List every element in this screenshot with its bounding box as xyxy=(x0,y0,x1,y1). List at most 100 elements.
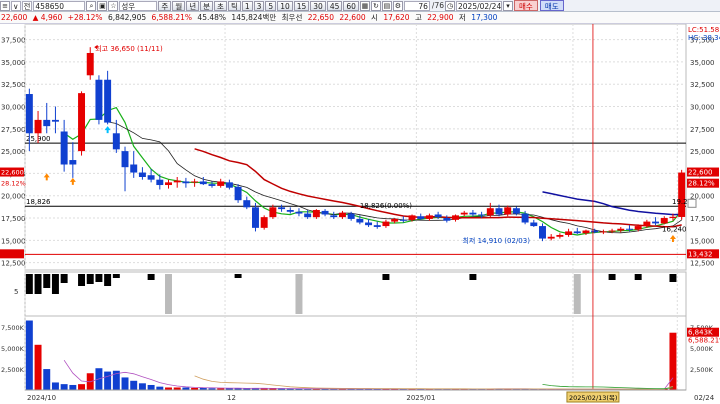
price-tick-left: 30,000 xyxy=(1,104,26,112)
indicator-bar xyxy=(469,274,477,280)
volume-tick-left: 7,500K xyxy=(1,324,25,332)
ma60-line xyxy=(542,191,682,216)
search-icon[interactable]: ⌕ xyxy=(86,0,97,11)
indicator-bar xyxy=(147,274,155,280)
trade-amount: 145,824백만 xyxy=(231,13,277,22)
period-button[interactable]: 분 xyxy=(200,0,214,11)
candle-body xyxy=(199,181,207,185)
candle-body xyxy=(504,207,512,215)
scroll-marker[interactable] xyxy=(687,198,697,208)
volume-bar xyxy=(51,382,59,390)
candle-body xyxy=(391,218,399,222)
candle-body xyxy=(530,222,538,227)
volume-bar xyxy=(156,386,164,390)
candle-body xyxy=(417,216,425,219)
volume-bar xyxy=(34,344,42,390)
candle-body xyxy=(547,236,555,239)
interval-button[interactable]: 60 xyxy=(343,0,359,11)
candle-body xyxy=(165,182,172,186)
candle-body xyxy=(582,230,590,234)
grid-icon[interactable]: ▦ xyxy=(359,0,370,11)
menu-icon[interactable]: ≡ xyxy=(0,0,10,11)
date-input[interactable]: 2025/02/24 xyxy=(456,0,502,11)
calendar-icon[interactable]: ▾ xyxy=(503,0,513,11)
sell-button[interactable]: 매도 xyxy=(539,0,564,11)
mode-dropdown[interactable]: ∨ xyxy=(11,0,21,11)
volume-ma-line xyxy=(63,359,674,390)
refresh-icon[interactable]: ↻ xyxy=(370,0,381,11)
candle-body xyxy=(86,52,94,76)
price-tick-left: 37,500 xyxy=(1,37,26,45)
indicator-label: 5 xyxy=(14,288,18,296)
interval-button[interactable]: 45 xyxy=(326,0,343,11)
interval-button[interactable]: 5 xyxy=(265,0,277,11)
indicator-bar xyxy=(95,274,103,282)
price-tick-left: 27,500 xyxy=(1,126,26,134)
candle-body xyxy=(234,186,242,201)
star-icon[interactable]: ☆ xyxy=(108,0,119,11)
code-input[interactable]: 458650 xyxy=(33,0,86,11)
indicator-bar xyxy=(25,274,33,294)
x-tick: 2025/01 xyxy=(406,394,435,402)
interval-button[interactable]: 1 xyxy=(241,0,253,11)
low-annotation: 최저 14,910 (02/03) xyxy=(462,236,530,245)
volume-bar xyxy=(78,384,86,390)
candle-body xyxy=(60,131,68,165)
candle-body xyxy=(425,215,433,219)
candle-body xyxy=(217,181,225,186)
toolbar: ≡ ∨ 전 458650 ⌕ ▣ ☆ 성우 주월년분초틱 1 3 5 10 15 30 45… xyxy=(0,0,720,12)
period-button[interactable]: 년 xyxy=(186,0,200,11)
type-dropdown[interactable]: 전 xyxy=(21,0,33,11)
candle-body xyxy=(173,180,181,183)
x-tick: 2024/10 xyxy=(27,394,56,402)
period-button[interactable]: 틱 xyxy=(227,0,241,11)
hc-label: HC:-38.34 xyxy=(688,34,720,42)
lock-icon[interactable]: ▣ xyxy=(97,0,108,11)
price-tick-left: 25,000 xyxy=(1,148,26,156)
volume-tick-right: 5,000K xyxy=(690,345,714,353)
low-price: 17,300 xyxy=(471,13,498,22)
candle-body xyxy=(399,219,407,221)
stock-chart[interactable]: 37,500 37,50035,000 35,00032,500 32,50030,0… xyxy=(0,24,720,404)
candle-body xyxy=(599,231,607,233)
volume-bar xyxy=(69,384,77,390)
candle-body xyxy=(338,212,346,218)
ma-label: 19.2 xyxy=(672,198,688,206)
interval-button[interactable]: 15 xyxy=(293,0,310,11)
volume-bar xyxy=(138,383,146,390)
history-icon[interactable]: ◷ xyxy=(445,0,455,11)
price-tick-right: 35,000 xyxy=(690,59,715,67)
interval-button[interactable]: 30 xyxy=(310,0,326,11)
price-info-bar: 22,600 ▲ 4,960 +28.12% 6,842,905 6,588.2… xyxy=(0,12,720,24)
interval-button[interactable]: 10 xyxy=(277,0,293,11)
candle-body xyxy=(643,221,651,227)
buy-button[interactable]: 매수 xyxy=(514,0,538,11)
indicator-bar xyxy=(51,274,59,294)
price-tick-left: 35,000 xyxy=(1,59,26,67)
candle-body xyxy=(295,211,303,214)
indicator-gray-bar xyxy=(295,274,303,314)
price-tick-right: 15,000 xyxy=(690,237,715,245)
count-input[interactable]: 76 xyxy=(403,0,430,11)
period-button[interactable]: 초 xyxy=(214,0,227,11)
price-tick-left: 20,000 xyxy=(1,193,26,201)
signal-arrow-icon xyxy=(669,234,676,242)
period-button[interactable]: 주 xyxy=(158,0,172,11)
price-badge-text: 28.12% xyxy=(688,180,715,188)
indicator-gray-bar xyxy=(165,274,172,314)
volume-ma-line xyxy=(542,384,674,390)
indicator-bar xyxy=(34,274,42,294)
price-change-pct: +28.12% xyxy=(67,13,103,22)
volume-badge-text: 6,843K xyxy=(688,329,713,337)
indicator-bar xyxy=(112,274,120,278)
candle-body xyxy=(573,231,581,234)
chart-type-icon[interactable]: ▤ xyxy=(381,0,392,11)
settings-icon[interactable]: ⚙ xyxy=(392,0,403,11)
low-label: 저 xyxy=(458,13,466,22)
interval-button[interactable]: 3 xyxy=(253,0,265,11)
volume-bar xyxy=(60,384,68,390)
candle-body xyxy=(321,210,329,215)
left-pct-badge-text: 28.12% xyxy=(1,180,26,188)
candle-body xyxy=(130,164,138,173)
period-button[interactable]: 월 xyxy=(172,0,186,11)
